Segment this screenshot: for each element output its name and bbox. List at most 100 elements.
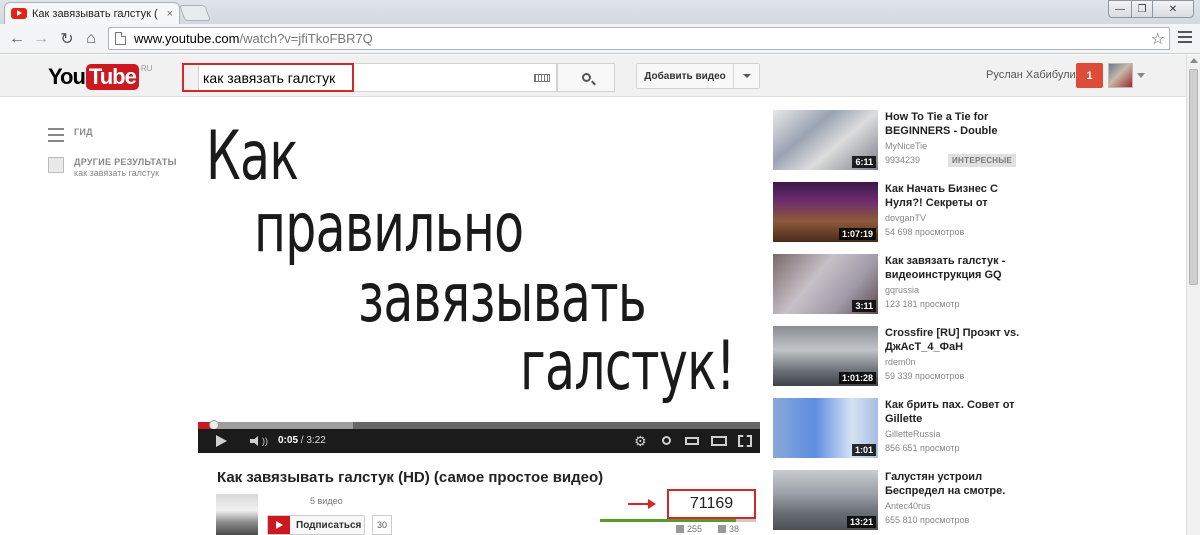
related-video-thumbnail[interactable]: 1:07:19 (773, 182, 878, 242)
search-icon (581, 73, 591, 82)
upload-button[interactable]: Добавить видео (636, 63, 734, 89)
channel-video-count[interactable]: 5 видео (310, 496, 343, 506)
related-video-title[interactable]: Как Начать Бизнес С Нуля?! Секреты от (885, 182, 1033, 210)
related-video-channel: GilletteRussia (885, 429, 941, 439)
video-duration: 1:01 (851, 444, 876, 456)
related-video-views: 655 810 просмотров (885, 515, 970, 525)
url-path: /watch?v=jfiTkoFBR7Q (239, 31, 373, 46)
channel-avatar[interactable] (216, 494, 258, 535)
related-video-item[interactable]: 1:01 Как брить пах. Совет от Gillette Gi… (773, 398, 1033, 460)
keyboard-icon[interactable] (534, 74, 550, 82)
like-ratio-fill (600, 519, 736, 522)
video-duration: 13:21 (846, 516, 876, 528)
related-video-views: 54 698 просмотров (885, 227, 965, 237)
dislike-button[interactable]: 38 (718, 524, 739, 534)
tab-close-icon[interactable]: × (167, 8, 173, 20)
youtube-logo[interactable]: You Tube RU (48, 64, 152, 90)
progress-buffered (198, 422, 353, 429)
logo-you-text: You (48, 64, 86, 89)
large-player-icon[interactable] (711, 436, 727, 446)
search-box (182, 63, 557, 92)
notifications-badge[interactable]: 1 (1076, 63, 1103, 88)
related-video-title[interactable]: How To Tie a Tie for BEGINNERS - Double (885, 110, 1033, 138)
avatar[interactable] (1108, 63, 1133, 88)
related-video-title[interactable]: Crossfire [RU] Проэкт vs. ДжАсТ_4_ФаН (885, 326, 1033, 354)
volume-icon[interactable] (250, 436, 262, 446)
window-minimize-button[interactable]: — (1108, 0, 1132, 18)
annotations-icon[interactable] (662, 436, 671, 445)
subscribe-button[interactable]: Подписаться (267, 515, 365, 535)
forward-arrow-icon[interactable]: → (30, 28, 52, 50)
related-video-item[interactable]: 1:01:28 Crossfire [RU] Проэкт vs. ДжАсТ_… (773, 326, 1033, 388)
thumb-up-icon (676, 525, 684, 533)
recommended-badge: ИНТЕРЕСНЫЕ (948, 154, 1017, 167)
poster-line: галстук! (520, 327, 736, 406)
related-video-item[interactable]: 3:11 Как завязать галстук - видеоинструк… (773, 254, 1033, 316)
view-count: 71169 (667, 489, 756, 519)
chevron-down-icon (742, 74, 751, 78)
video-title: Как завязывать галстук (HD) (самое прост… (217, 469, 604, 486)
related-video-item[interactable]: 6:11 How To Tie a Tie for BEGINNERS - Do… (773, 110, 1033, 172)
youtube-masthead: You Tube RU Добавить видео Руслан Хабибу… (0, 55, 1186, 97)
play-icon[interactable] (216, 435, 227, 447)
scrollbar-thumb[interactable] (1189, 69, 1198, 285)
scroll-up-arrow-icon[interactable] (1190, 58, 1198, 63)
related-video-channel: MyNiceTie (885, 141, 928, 151)
upload-menu-button[interactable] (734, 63, 760, 89)
results-box-icon (48, 157, 64, 173)
guide-more-results[interactable]: ДРУГИЕ РЕЗУЛЬТАТЫ как завязать галстук (48, 157, 177, 178)
youtube-play-icon (268, 516, 290, 534)
bookmark-star-icon[interactable]: ☆ (1151, 29, 1165, 49)
progress-bar[interactable] (198, 422, 760, 429)
window-close-button[interactable]: ✕ (1152, 0, 1194, 18)
related-video-channel: gqrussia (885, 285, 920, 295)
dislike-count: 38 (729, 524, 740, 534)
related-video-title[interactable]: Как брить пах. Совет от Gillette (885, 398, 1033, 426)
related-video-thumbnail[interactable]: 13:21 (773, 470, 878, 530)
home-icon[interactable]: ⌂ (80, 28, 102, 50)
like-count: 255 (687, 524, 703, 534)
time-display: 0:05 / 3:22 (278, 435, 326, 446)
related-video-thumbnail[interactable]: 1:01:28 (773, 326, 878, 386)
fullscreen-icon[interactable] (738, 435, 752, 447)
settings-gear-icon[interactable]: ⚙ (634, 433, 647, 450)
like-button[interactable]: 255 (676, 524, 702, 534)
related-video-channel: rdem0n (885, 357, 916, 367)
more-results-query: как завязать галстук (74, 168, 160, 178)
account-name[interactable]: Руслан Хабибулин (986, 69, 1082, 81)
page-scrollbar[interactable] (1186, 55, 1200, 535)
address-bar[interactable]: www.youtube.com/watch?v=jfiTkoFBR7Q ☆ (108, 27, 1170, 50)
related-video-thumbnail[interactable]: 1:01 (773, 398, 878, 458)
poster-line: Как (206, 117, 299, 196)
search-input[interactable] (198, 63, 557, 92)
window-maximize-button[interactable]: ❐ (1131, 0, 1153, 18)
related-video-thumbnail[interactable]: 6:11 (773, 110, 878, 170)
back-arrow-icon[interactable]: ← (6, 28, 28, 50)
hamburger-menu-icon (48, 128, 64, 142)
related-video-title[interactable]: Как завязать галстук - видеоинструкция G… (885, 254, 1033, 282)
reload-icon[interactable]: ↻ (56, 28, 78, 50)
related-video-title[interactable]: Галустян устроил Беспредел на смотре. (885, 470, 1033, 498)
browser-toolbar: ← → ↻ ⌂ www.youtube.com/watch?v=jfiTkoFB… (0, 24, 1200, 54)
video-player[interactable]: Как правильно завязывать галстук! (198, 97, 760, 453)
logo-region: RU (140, 64, 153, 73)
related-video-item[interactable]: 1:07:19 Как Начать Бизнес С Нуля?! Секре… (773, 182, 1033, 244)
related-video-views: 856 651 просмотр (885, 443, 960, 453)
video-duration: 3:11 (852, 300, 876, 312)
video-duration: 1:07:19 (838, 228, 876, 240)
youtube-favicon-icon (11, 8, 27, 19)
related-video-thumbnail[interactable]: 3:11 (773, 254, 878, 314)
guide-toggle[interactable]: ГИД (48, 127, 93, 142)
related-video-item[interactable]: 13:21 Галустян устроил Беспредел на смот… (773, 470, 1033, 532)
search-button[interactable] (557, 63, 615, 92)
small-player-icon[interactable] (685, 437, 699, 445)
like-ratio-bar (600, 519, 756, 522)
red-arrow-annotation-icon (628, 499, 656, 509)
new-tab-button[interactable] (179, 5, 211, 21)
browser-tab[interactable]: Как завязывать галстук ( × (4, 2, 180, 24)
time-current: 0:05 (278, 435, 299, 446)
account-menu-chevron-icon[interactable] (1137, 73, 1145, 78)
browser-menu-icon[interactable] (1178, 31, 1192, 45)
poster-line: завязывать (358, 259, 647, 338)
logo-tube-text: Tube (85, 64, 139, 90)
